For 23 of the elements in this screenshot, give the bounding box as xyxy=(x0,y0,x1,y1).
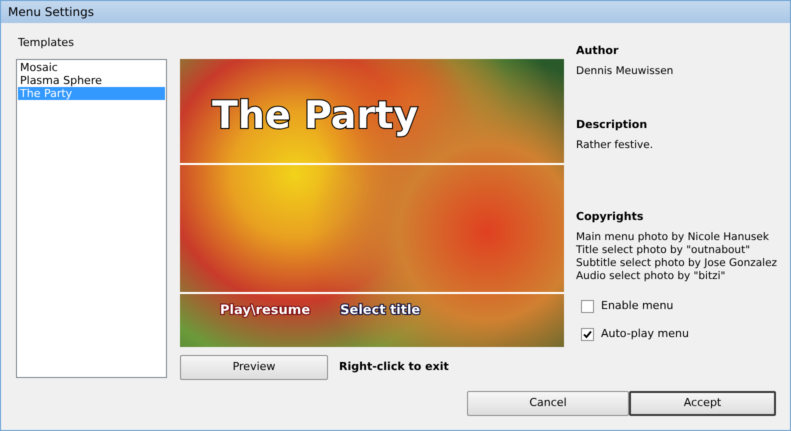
info-text: Audio select photo by "bitzi" xyxy=(576,270,726,283)
section-heading: Author xyxy=(576,44,620,58)
preview-button[interactable]: Preview xyxy=(180,355,328,380)
dialog-button[interactable]: Accept xyxy=(629,391,776,416)
checkbox[interactable] xyxy=(581,300,594,312)
checkbox-label[interactable]: Enable menu xyxy=(601,299,674,313)
exit-hint: Right-click to exit xyxy=(339,359,449,376)
checkbox[interactable] xyxy=(581,328,594,340)
info-text: Main menu photo by Nicole Hanusek xyxy=(576,231,770,244)
section-heading: Copyrights xyxy=(576,210,644,224)
section-heading: Description xyxy=(576,118,648,132)
info-text: Subtitle select photo by Jose Gonzalez xyxy=(576,257,778,270)
info-text: Title select photo by "outnabout" xyxy=(576,244,752,257)
info-text: Dennis Meuwissen xyxy=(576,65,674,78)
checkmark-icon xyxy=(583,330,592,338)
template-item[interactable]: Mosaic xyxy=(18,61,165,74)
preview-title: The Party xyxy=(212,93,418,137)
window-title: Menu Settings xyxy=(8,4,94,21)
info-text: Rather festive. xyxy=(576,139,654,152)
dialog-button[interactable]: Cancel xyxy=(467,391,629,416)
template-item[interactable]: Plasma Sphere xyxy=(18,74,165,87)
checkbox-label[interactable]: Auto-play menu xyxy=(601,327,689,341)
templates-label: Templates xyxy=(18,36,75,50)
